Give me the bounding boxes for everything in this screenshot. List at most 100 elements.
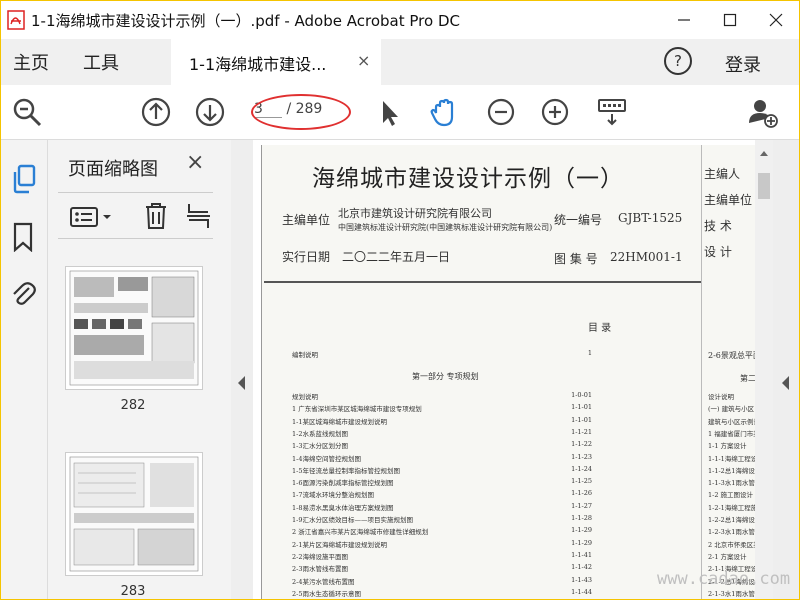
main-toolbar <box>1 85 799 140</box>
watermark-text: www.cadao.com <box>657 569 791 589</box>
rotate-page-icon[interactable] <box>186 202 210 234</box>
bookmark-icon[interactable] <box>12 222 34 256</box>
date-value: 二〇二二年五月一日 <box>342 250 451 264</box>
toc-row-page: 1-1-29 <box>571 526 592 535</box>
toc-row-text: 1-3汇水分区划分图 <box>292 442 348 451</box>
part-title: 第一部分 专项规划 <box>412 372 479 381</box>
toc-row: 1-9汇水分区绩效目标——项目实施规划图 1-1-28 <box>292 514 592 524</box>
toc-row: 1-7流域水环境分整治规划图 1-1-26 <box>292 489 592 499</box>
toc-row: 1 广东省深圳市某区城海绵城市建设专项规划 1-1-01 <box>292 403 592 413</box>
toc-row: 2 浙江省嘉兴市某片区海绵城市修建性详细规划 1-1-29 <box>292 526 592 536</box>
toc-row-page: 1-1-26 <box>571 489 592 498</box>
collapse-panel-handle[interactable] <box>231 140 253 599</box>
side-editor-4: 设 计 <box>704 245 732 259</box>
page-thumbnail[interactable] <box>65 452 203 576</box>
toc-row: 1-6面源污染削减率指标管控规划图 1-1-25 <box>292 477 592 487</box>
toc-row: 2-2海绵设施平面图 1-1-41 <box>292 551 592 561</box>
panel-divider <box>58 238 213 239</box>
keyboard-tools-icon[interactable] <box>595 95 629 129</box>
toc-row-text: 2-5雨水生态循环示意图 <box>292 589 361 598</box>
toc-row-page: 1-1-44 <box>571 587 592 596</box>
acrobat-app-icon <box>7 10 25 30</box>
toc-row-text: 1-6面源污染削减率指标管控规划图 <box>292 479 394 488</box>
toc-row-page: 1-1-01 <box>571 415 592 424</box>
tab-document[interactable]: 1-1海绵城市建设... × <box>171 39 381 85</box>
acrobat-window: 1-1海绵城市建设设计示例（一）.pdf - Adobe Acrobat Pro… <box>0 0 800 600</box>
toc-row-page: 1-1-23 <box>571 452 592 461</box>
menu-home[interactable]: 主页 <box>13 49 49 75</box>
toc-row-text: 规划说明 <box>292 393 318 401</box>
close-panel-icon[interactable]: × <box>186 150 204 175</box>
atlas-value: 22HM001-1 <box>610 250 683 264</box>
page-thumbnails-icon[interactable] <box>10 164 38 198</box>
close-window-button[interactable] <box>753 1 799 39</box>
toc-title: 目 录 <box>588 323 612 334</box>
toc-row-text: 1-4海绵空间管控规划图 <box>292 454 361 463</box>
toc-row: 1-5年径流总量控制率指标管控规划图 1-1-24 <box>292 465 592 475</box>
next-page-icon[interactable] <box>193 95 227 129</box>
toc-row: 1-8易涝水黑臭水体治理方案规划图 1-1-27 <box>292 502 592 512</box>
toc-row-text: 2 浙江省嘉兴市某片区海绵城市修建性详细规划 <box>292 528 429 537</box>
maximize-button[interactable] <box>707 1 753 39</box>
toc-row: 1-3汇水分区划分图 1-1-22 <box>292 440 592 450</box>
expand-right-pane-handle[interactable] <box>773 140 799 599</box>
tab-close-icon[interactable]: × <box>357 51 370 70</box>
toc-right-row: 1-2 施工图设计 <box>708 491 754 500</box>
zoom-out-search-icon[interactable] <box>10 95 44 129</box>
toc-row-page: 1-1-42 <box>571 563 592 572</box>
atlas-label: 图 集 号 <box>554 252 598 266</box>
previous-page-icon[interactable] <box>139 95 173 129</box>
share-user-icon[interactable] <box>746 95 780 129</box>
toc-row: 2-3雨水管线布置图 1-1-42 <box>292 563 592 573</box>
unit-line-1: 北京市建筑设计研究院有限公司 <box>338 207 492 220</box>
toc-intro-page: 1 <box>587 349 592 357</box>
menu-tools[interactable]: 工具 <box>83 49 119 75</box>
thumbnails-panel-title: 页面缩略图 <box>68 159 158 180</box>
unit-line-2: 中国建筑标准设计研究院(中国建筑标准设计研究院有限公司) <box>338 223 553 232</box>
toc-row-text: 2-3雨水管线布置图 <box>292 565 348 574</box>
help-icon[interactable]: ? <box>664 47 692 75</box>
toc-intro-text: 编制说明 <box>292 351 318 359</box>
thumbnail-page-label: 283 <box>120 584 146 599</box>
toc-row-text: 1-9汇水分区绩效目标——项目实施规划图 <box>292 516 413 524</box>
toc-row: 1-2水系蓝线规划图 1-1-21 <box>292 428 592 438</box>
toc-row-text: 2-4某污水管线布置图 <box>292 577 355 586</box>
select-cursor-icon[interactable] <box>373 95 407 129</box>
delete-page-icon[interactable] <box>144 202 168 234</box>
document-view[interactable]: 海绵城市建设设计示例（一） 主编单位 北京市建筑设计研究院有限公司 中国建筑标准… <box>253 140 773 599</box>
document-scrollbar[interactable] <box>755 140 773 599</box>
thumbnail-page-label: 282 <box>120 398 146 413</box>
thumbnail-options-icon[interactable] <box>70 206 114 232</box>
toc-row-text: 1-7流域水环境分整治规划图 <box>292 491 374 500</box>
toc-row-page: 1-1-28 <box>571 514 592 522</box>
toc-right-row: 2-1 方案设计 <box>708 552 747 561</box>
unit-label: 主编单位 <box>282 213 331 227</box>
hand-tool-icon[interactable] <box>427 95 461 129</box>
toc-row: 2-1某片区海绵城市建设规划说明 1-1-29 <box>292 539 592 549</box>
toc-row-page: 1-1-01 <box>571 403 592 412</box>
page-rule <box>264 281 756 283</box>
toc-row-page: 1-1-22 <box>571 440 592 449</box>
toc-row: 1-4海绵空间管控规划图 1-1-23 <box>292 453 592 463</box>
toc-right-row: (一) 建筑与小区 <box>708 405 755 414</box>
toc-row-page: 1-0-01 <box>571 391 592 399</box>
minimize-button[interactable] <box>661 1 707 39</box>
date-label: 实行日期 <box>282 250 331 264</box>
toc-row-text: 2-2海绵设施平面图 <box>292 552 348 561</box>
toc-row-text: 1-8易涝水黑臭水体治理方案规划图 <box>292 503 394 512</box>
zoom-out-icon[interactable] <box>484 95 518 129</box>
login-button[interactable]: 登录 <box>725 51 761 77</box>
side-editor-3: 技 术 <box>704 219 732 233</box>
page-thumbnail[interactable] <box>65 266 203 390</box>
title-bar: 1-1海绵城市建设设计示例（一）.pdf - Adobe Acrobat Pro… <box>1 1 799 39</box>
red-highlight-oval <box>251 94 351 130</box>
attachment-icon[interactable] <box>9 278 37 312</box>
part-right: 第二 <box>740 374 756 383</box>
zoom-in-icon[interactable] <box>538 95 572 129</box>
document-scrollbar-thumb[interactable] <box>758 173 770 199</box>
toc-row-text: 1-5年径流总量控制率指标管控规划图 <box>292 466 400 475</box>
toc-right-row: 设计说明 <box>708 393 734 401</box>
toc-row-page: 1-1-43 <box>571 575 592 584</box>
toc-intro-row: 编制说明 1 <box>292 349 592 359</box>
toc-row-page: 1-1-25 <box>571 477 592 486</box>
